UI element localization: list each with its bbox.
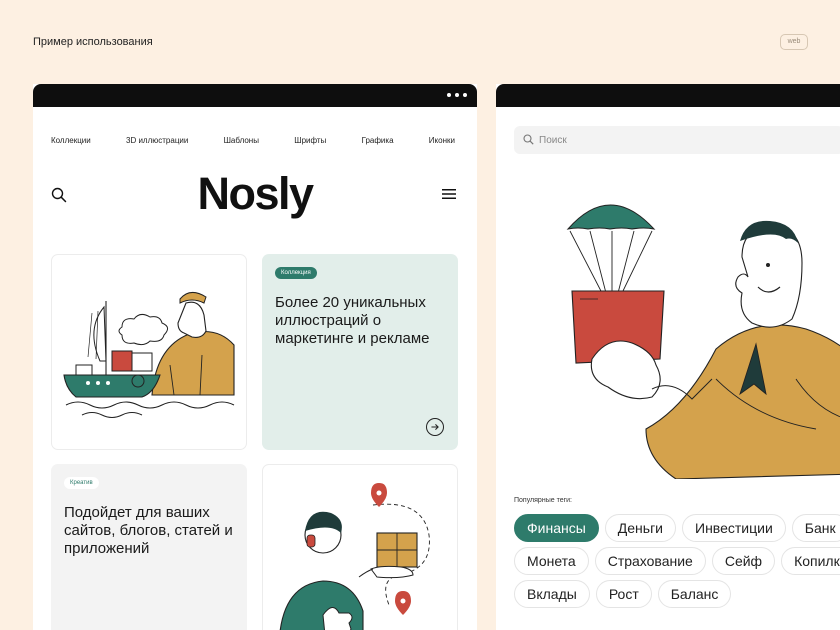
tag-finance[interactable]: Финансы — [514, 514, 599, 542]
nav-item-collections[interactable]: Коллекции — [51, 136, 91, 145]
site-logo[interactable]: Nosly — [33, 168, 477, 220]
search-input[interactable] — [539, 132, 819, 148]
tag-piggy-bank[interactable]: Копилка — [781, 547, 840, 575]
collection-card-title: Более 20 уникальных иллюстраций о маркет… — [275, 294, 430, 347]
more-dots-icon[interactable] — [447, 93, 467, 97]
search-icon — [523, 134, 534, 145]
ship-illustration — [63, 292, 235, 418]
collection-badge: Коллекция — [275, 267, 317, 279]
arrow-right-icon[interactable] — [426, 418, 444, 436]
window-titlebar — [496, 84, 840, 107]
tag-money[interactable]: Деньги — [604, 514, 677, 542]
tag-deposits[interactable]: Вклады — [514, 580, 590, 608]
popular-tags-label: Популярные теги: — [514, 497, 572, 504]
nav-item-icons[interactable]: Иконки — [429, 136, 455, 145]
tag-safe[interactable]: Сейф — [711, 547, 776, 575]
tag-growth[interactable]: Рост — [595, 580, 652, 608]
tag-bank[interactable]: Банк — [791, 514, 840, 542]
tag-investments[interactable]: Инвестиции — [682, 514, 786, 542]
tag-list: Финансы Деньги Инвестиции Банк Монета Ст… — [514, 514, 840, 613]
delivery-illustration — [279, 483, 430, 630]
tag-coin[interactable]: Монета — [514, 547, 589, 575]
nav-item-fonts[interactable]: Шрифты — [294, 136, 326, 145]
collection-card[interactable]: Коллекция Более 20 уникальных иллюстраци… — [262, 254, 458, 450]
parachute-hero-illustration — [566, 204, 840, 479]
website-preview-window: Коллекции 3D иллюстрации Шаблоны Шрифты … — [33, 84, 477, 630]
illustration-card-delivery[interactable] — [262, 464, 458, 630]
nav-item-3d[interactable]: 3D иллюстрации — [126, 136, 188, 145]
tag-insurance[interactable]: Страхование — [594, 547, 706, 575]
menu-icon[interactable] — [442, 188, 456, 200]
web-chip: web — [780, 34, 808, 50]
search-bar[interactable] — [514, 126, 840, 154]
creative-card[interactable]: Креатив Подойдет для ваших сайтов, блого… — [51, 464, 247, 630]
illustration-card-ship[interactable] — [51, 254, 247, 450]
nav-item-templates[interactable]: Шаблоны — [224, 136, 259, 145]
page-caption: Пример использования — [33, 36, 153, 48]
tag-balance[interactable]: Баланс — [657, 580, 732, 608]
window-titlebar — [33, 84, 477, 107]
app-preview-window: Популярные теги: Финансы Деньги Инвестиц… — [496, 84, 840, 630]
creative-card-title: Подойдет для ваших сайтов, блогов, стате… — [64, 504, 233, 557]
top-nav: Коллекции 3D иллюстрации Шаблоны Шрифты … — [51, 136, 455, 145]
nav-item-graphics[interactable]: Графика — [362, 136, 394, 145]
creative-badge: Креатив — [64, 477, 99, 489]
